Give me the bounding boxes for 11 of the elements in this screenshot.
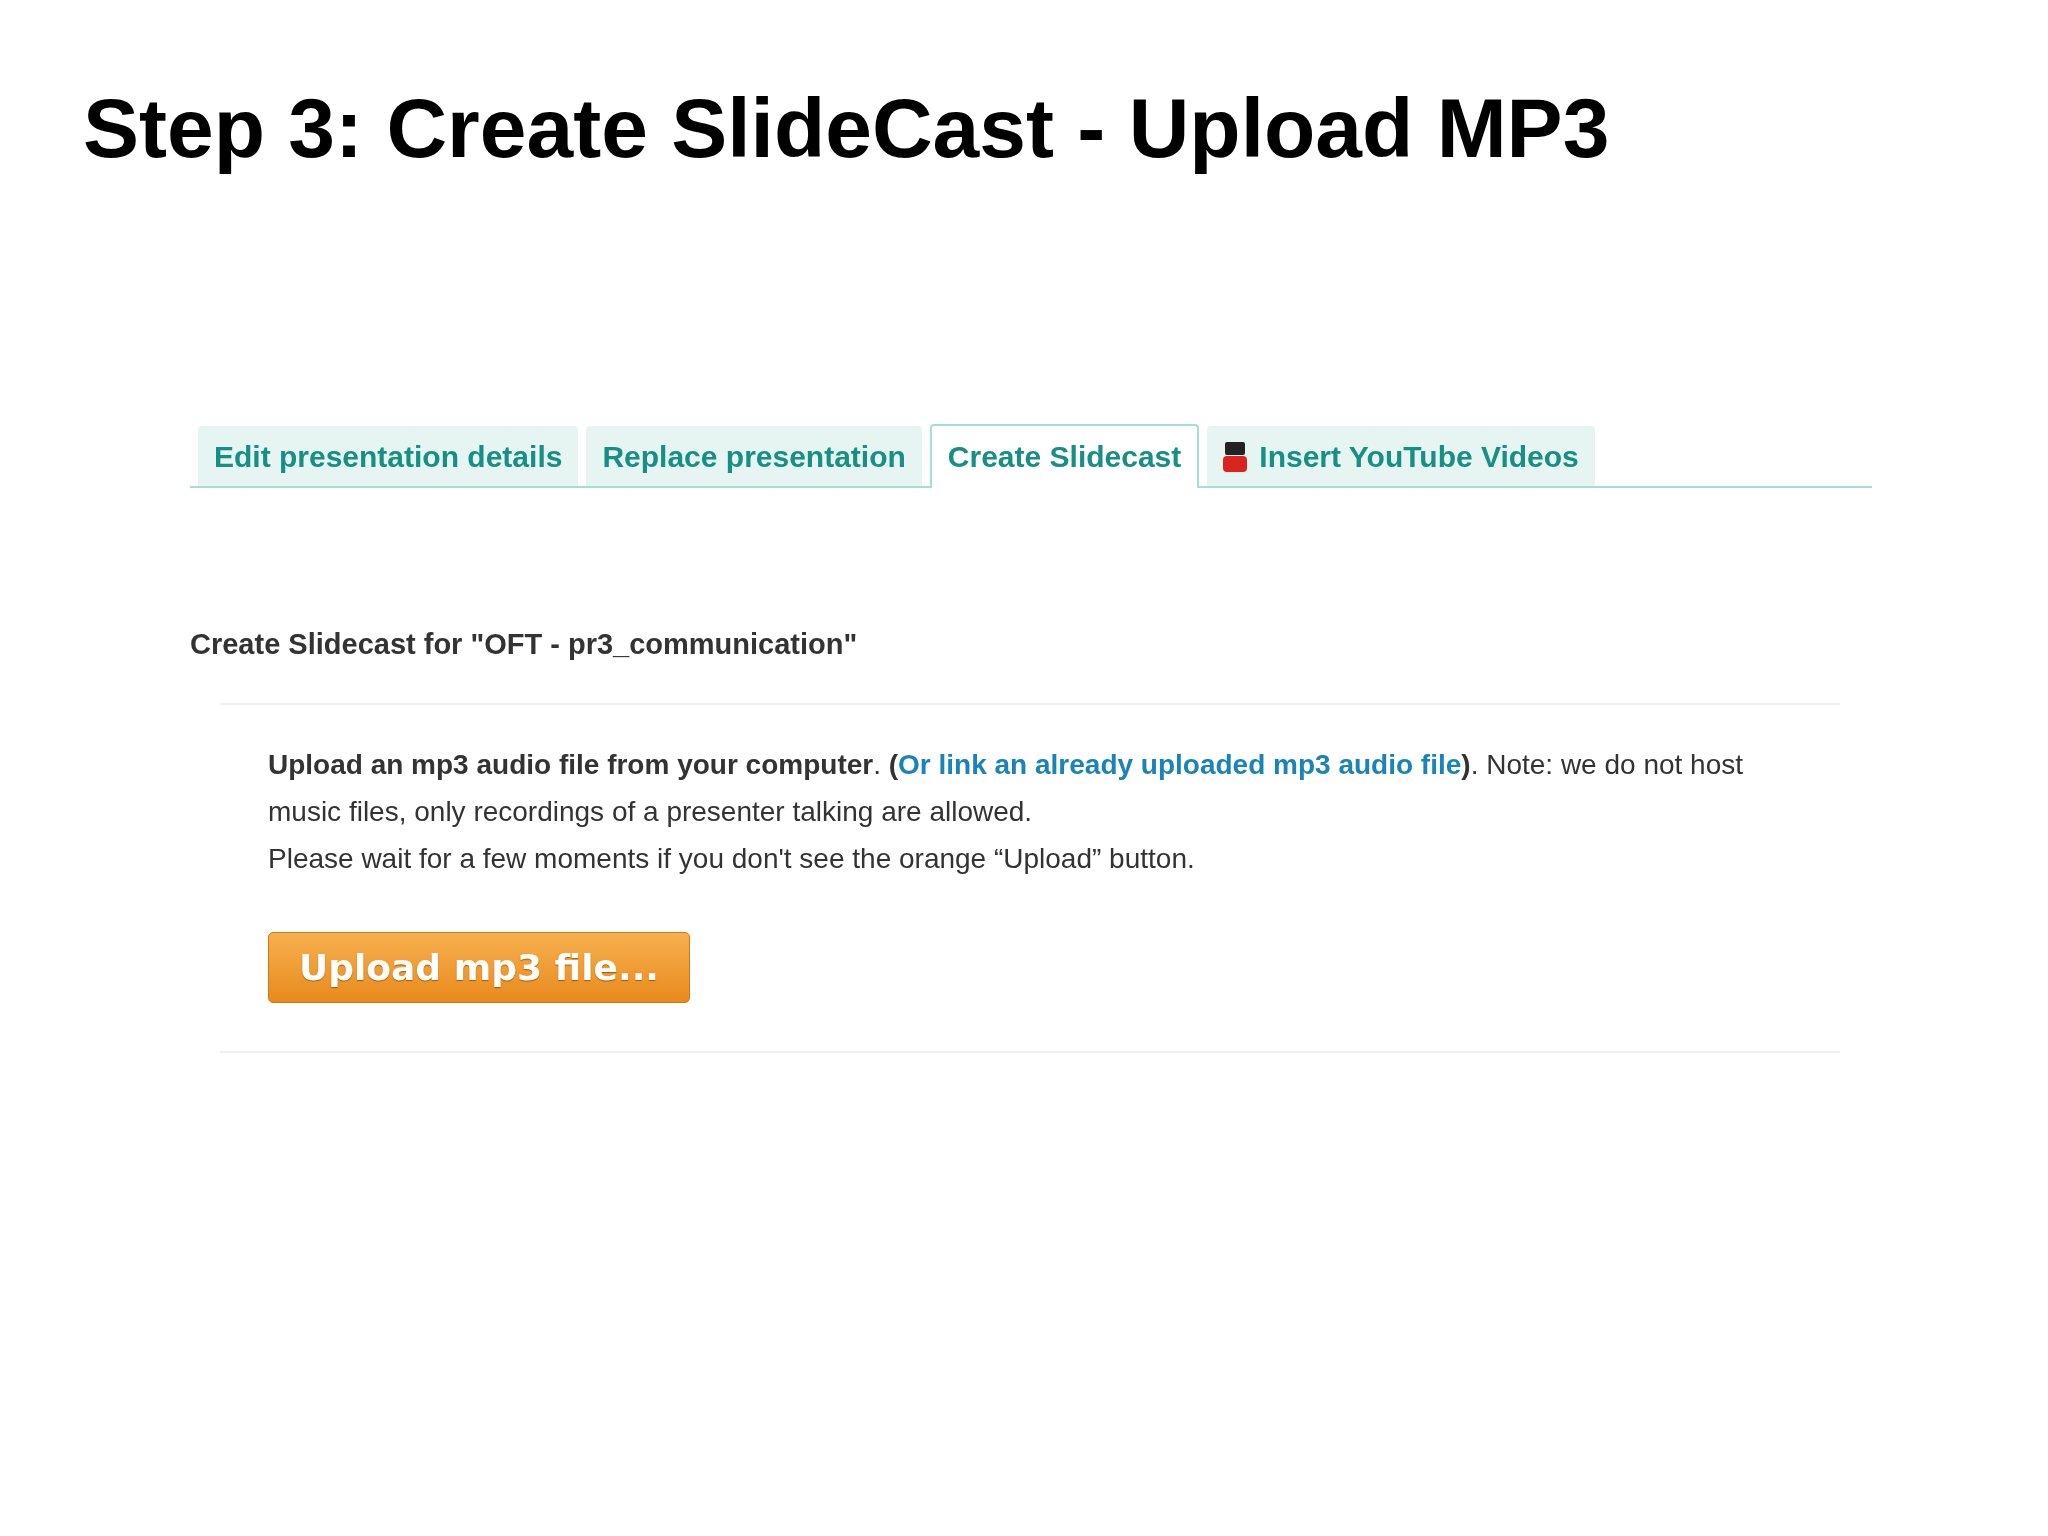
wait-note: Please wait for a few moments if you don't see the orange “Upload” button. [268,842,1196,877]
upload-button[interactable]: Upload mp3 file... [268,932,690,1004]
slide-title: Step 3: Create SlideCast - Upload MP3 [83,82,1611,175]
tab[interactable]: Replace presentation [586,426,922,487]
tab[interactable]: Edit presentation details [198,426,579,487]
tab[interactable]: Create Slidecast [929,424,1200,489]
page-heading: Create Slidecast for "OFT - pr3_communication" [190,628,859,662]
tab[interactable]: Insert YouTube Videos [1207,426,1595,487]
uploaded-file-link[interactable]: Or link an already uploaded mp3 audio file [898,749,1462,781]
video-icon [1223,442,1248,473]
upload-instructions: Upload an mp3 audio file from your computer. (Or link an already uploaded mp3 audio file). Note: we do not host music files, only recordings of a presenter talking are allowed. [268,748,1745,830]
